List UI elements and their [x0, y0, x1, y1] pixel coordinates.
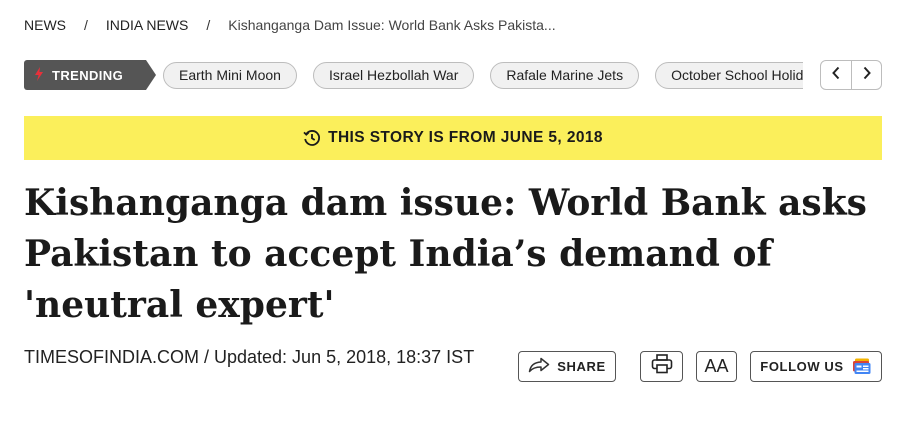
article-byline: TIMESOFINDIA.COM / Updated: Jun 5, 2018,… [24, 347, 475, 367]
breadcrumb-current-page: Kishanganga Dam Issue: World Bank Asks P… [228, 17, 556, 33]
breadcrumb-india-news-link[interactable]: INDIA NEWS [106, 17, 188, 33]
google-news-icon [852, 358, 872, 375]
story-date-text: THIS STORY IS FROM JUNE 5, 2018 [328, 129, 603, 146]
trending-topic-chip[interactable]: October School Holid [655, 61, 803, 89]
trending-label: TRENDING [52, 67, 124, 83]
article-headline: Kishanganga dam issue: World Bank asks P… [24, 182, 867, 326]
trending-badge: TRENDING [24, 60, 156, 90]
font-size-button[interactable]: AA [696, 351, 737, 382]
trending-topics: Earth Mini Moon Israel Hezbollah War Raf… [163, 61, 803, 89]
breadcrumb-separator: / [206, 17, 211, 33]
story-date-banner: THIS STORY IS FROM JUNE 5, 2018 [24, 116, 882, 160]
share-arrow-icon [528, 357, 557, 376]
follow-us-label: FOLLOW US [760, 359, 844, 374]
trending-nav-arrows [820, 60, 882, 90]
print-button[interactable] [640, 351, 683, 382]
flame-icon [34, 66, 44, 84]
share-button[interactable]: SHARE [518, 351, 616, 382]
share-label: SHARE [557, 359, 606, 374]
trending-bar: TRENDING Earth Mini Moon Israel Hezbolla… [24, 60, 882, 90]
history-clock-icon [303, 129, 321, 147]
trending-topic-chip[interactable]: Earth Mini Moon [163, 61, 297, 89]
printer-icon [651, 354, 673, 379]
trending-next-button[interactable] [851, 61, 881, 89]
breadcrumb: NEWS / INDIA NEWS / Kishanganga Dam Issu… [24, 15, 556, 35]
trending-prev-button[interactable] [821, 61, 851, 89]
chevron-right-icon [862, 66, 872, 85]
trending-topic-chip[interactable]: Rafale Marine Jets [490, 61, 640, 89]
follow-us-button[interactable]: FOLLOW US [750, 351, 882, 382]
chevron-left-icon [831, 66, 841, 85]
article-actions: SHARE AA FOLLOW US [518, 351, 882, 382]
trending-topic-chip[interactable]: Israel Hezbollah War [312, 61, 475, 89]
breadcrumb-news-link[interactable]: NEWS [24, 17, 66, 33]
breadcrumb-separator: / [84, 17, 88, 33]
